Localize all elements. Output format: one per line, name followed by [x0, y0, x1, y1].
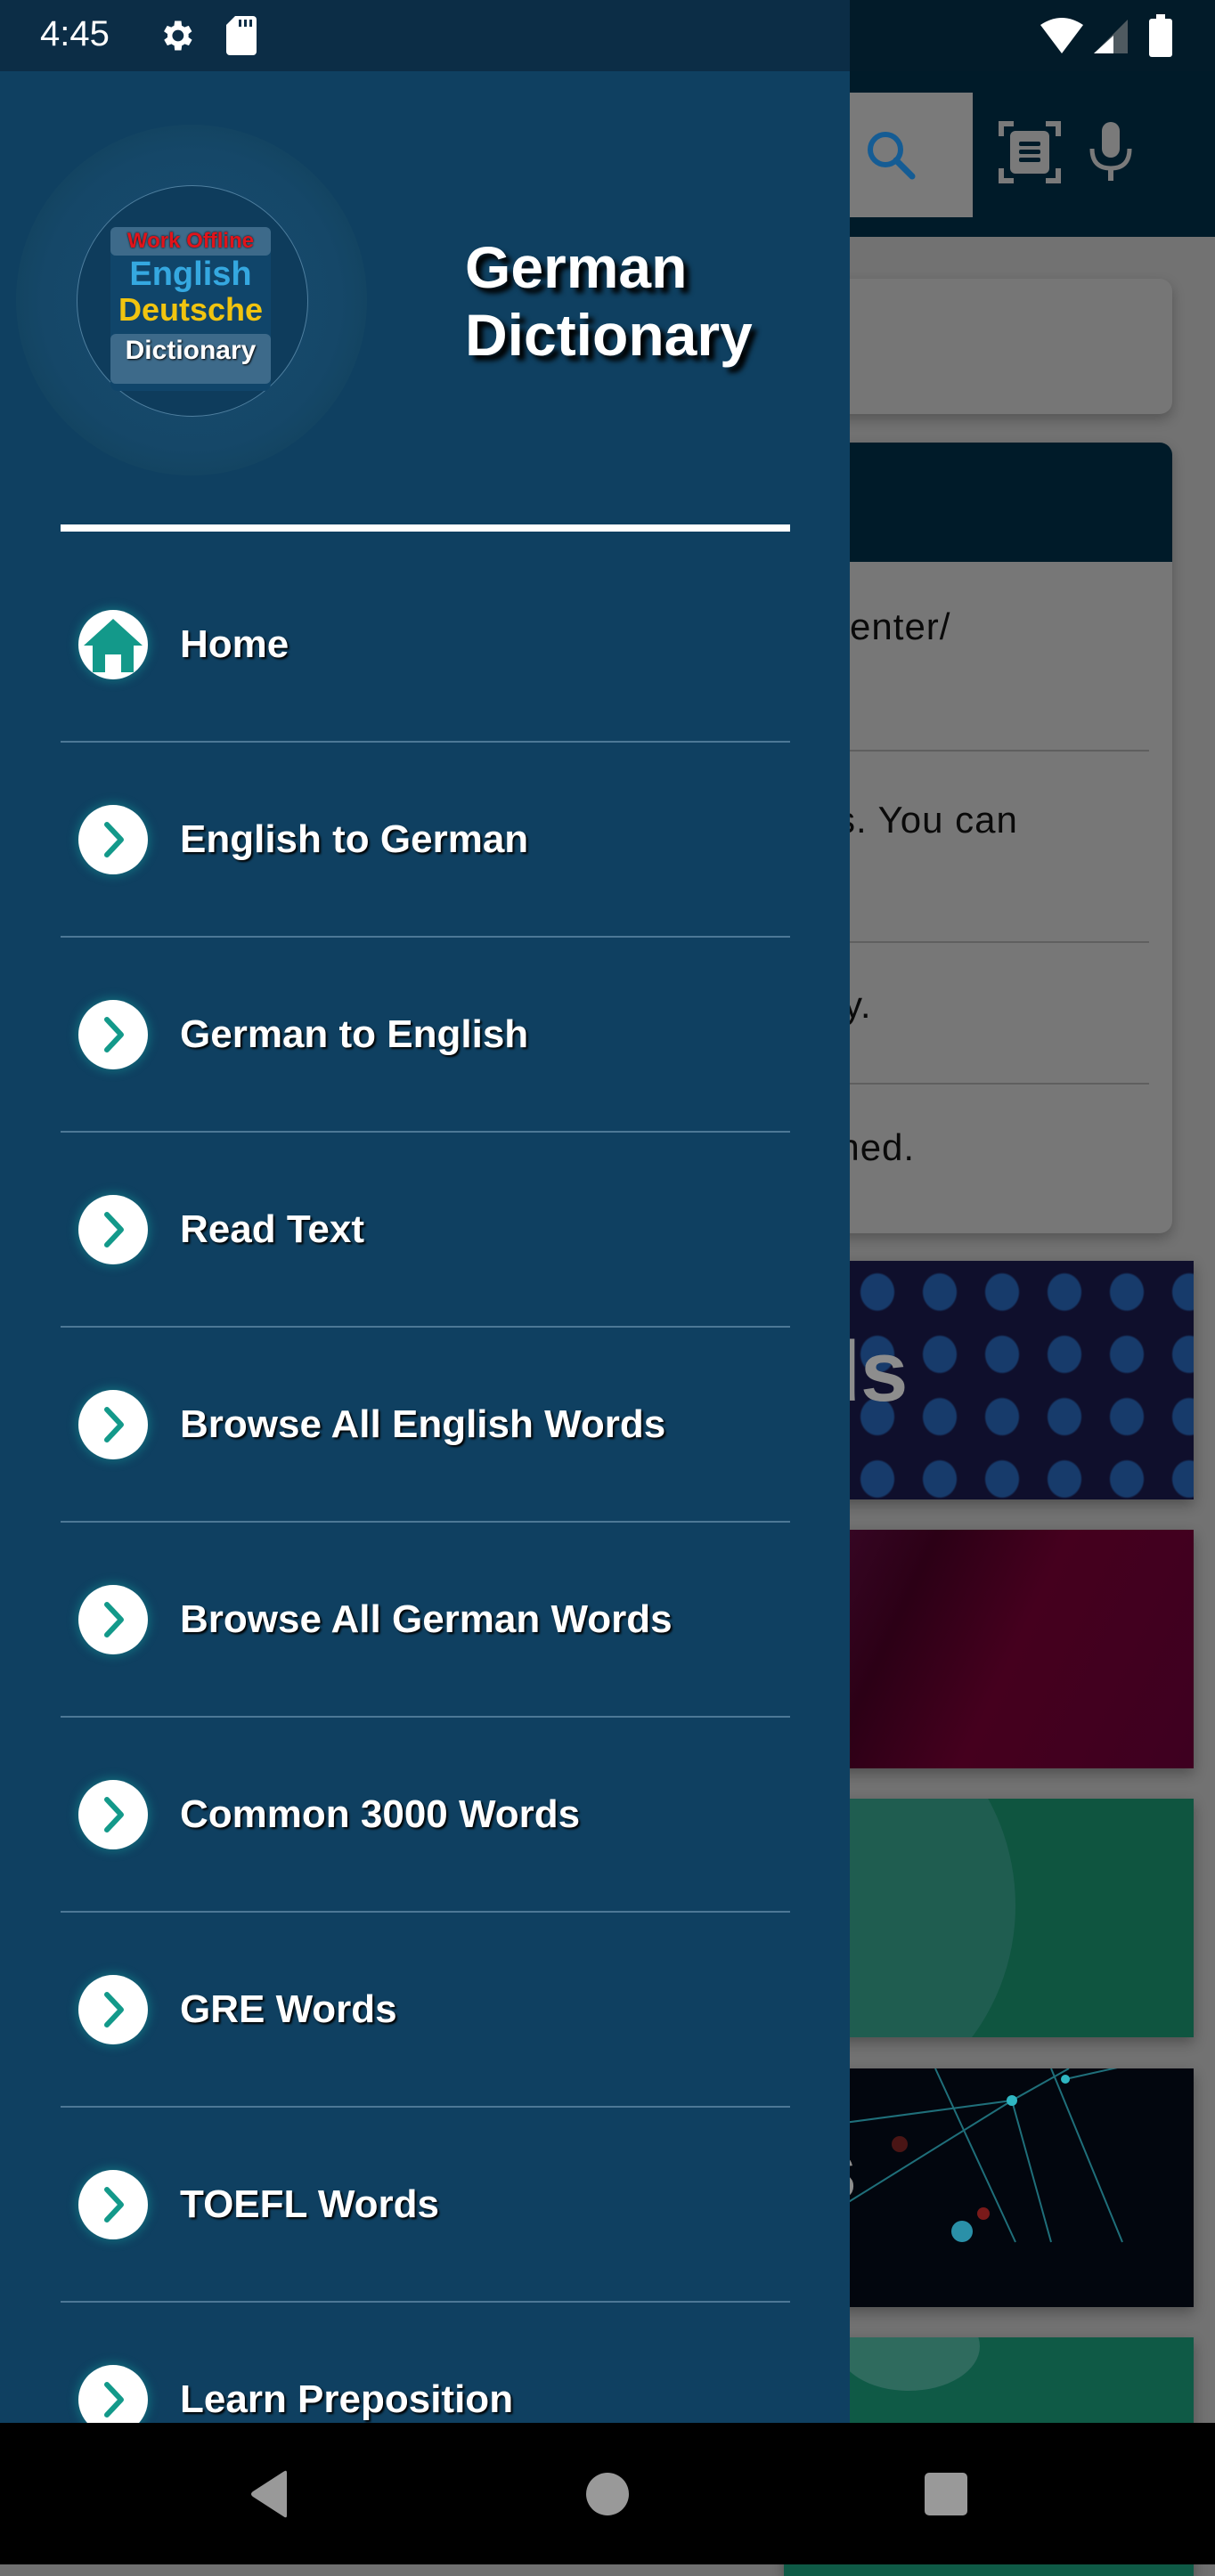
- menu-item-read-text[interactable]: Read Text: [61, 1133, 790, 1328]
- app-title-line1: German: [465, 234, 688, 300]
- microphone-icon[interactable]: [1089, 120, 1133, 184]
- sd-card-icon: [226, 16, 257, 55]
- wifi-icon: [1040, 18, 1083, 53]
- menu-item-label: Browse All English Words: [180, 1402, 666, 1446]
- menu-item-english-to-german[interactable]: English to German: [61, 743, 790, 938]
- chevron-right-icon: [78, 805, 148, 874]
- menu-item-toefl-words[interactable]: TOEFL Words: [61, 2108, 790, 2303]
- logo-text-english: English: [129, 256, 252, 293]
- status-time: 4:45: [40, 14, 110, 53]
- menu-item-gre-words[interactable]: GRE Words: [61, 1913, 790, 2108]
- chevron-right-icon: [78, 1000, 148, 1069]
- menu-item-label: English to German: [180, 817, 529, 861]
- chevron-right-icon: [78, 1390, 148, 1459]
- search-icon[interactable]: [862, 126, 919, 183]
- menu-item-label: Home: [180, 622, 289, 666]
- chevron-right-icon: [78, 1975, 148, 2044]
- menu-item-german-to-english[interactable]: German to English: [61, 938, 790, 1133]
- logo-text-dictionary: Dictionary: [125, 336, 257, 365]
- chevron-right-icon: [78, 2170, 148, 2239]
- chevron-right-icon: [78, 1780, 148, 1849]
- menu-item-label: Common 3000 Words: [180, 1792, 581, 1836]
- chevron-right-icon: [78, 1195, 148, 1264]
- signal-icon: [1094, 20, 1128, 53]
- scan-text-icon[interactable]: [998, 120, 1062, 184]
- status-bar: 4:45: [0, 0, 1215, 71]
- app-title-line2: Dictionary: [465, 302, 753, 368]
- menu-item-browse-english-words[interactable]: Browse All English Words: [61, 1328, 790, 1523]
- decorative-circle: [837, 2337, 980, 2391]
- system-nav-bar: [0, 2423, 1215, 2564]
- menu-item-home[interactable]: Home: [61, 548, 790, 743]
- menu-item-label: Browse All German Words: [180, 1597, 673, 1641]
- status-bar-drawer-section: [0, 0, 850, 71]
- back-icon[interactable]: [242, 2467, 296, 2521]
- menu-item-label: TOEFL Words: [180, 2182, 439, 2226]
- header-divider: [61, 524, 790, 532]
- battery-icon: [1149, 14, 1172, 57]
- menu-item-label: GRE Words: [180, 1987, 397, 2031]
- home-icon: [78, 610, 148, 679]
- home-button-icon[interactable]: [581, 2467, 634, 2521]
- menu-item-label: Read Text: [180, 1207, 365, 1251]
- menu-item-label: German to English: [180, 1012, 529, 1056]
- logo-text-deutsche: Deutsche: [118, 291, 264, 328]
- settings-icon: [164, 20, 192, 51]
- chevron-right-icon: [78, 1585, 148, 1654]
- app-title: German Dictionary: [465, 233, 753, 369]
- logo-text-work-offline: Work Offline: [126, 229, 255, 253]
- menu-item-browse-german-words[interactable]: Browse All German Words: [61, 1523, 790, 1718]
- chevron-right-icon: [78, 2365, 148, 2423]
- menu-item-common-3000-words[interactable]: Common 3000 Words: [61, 1718, 790, 1913]
- menu-item-label: Learn Preposition: [180, 2377, 514, 2421]
- logo-card: Work Offline English Deutsche Dictionary: [110, 227, 271, 391]
- recents-icon[interactable]: [919, 2467, 973, 2521]
- navigation-drawer: Work Offline English Deutsche Dictionary…: [0, 71, 850, 2423]
- menu-item-learn-preposition[interactable]: Learn Preposition: [61, 2303, 790, 2423]
